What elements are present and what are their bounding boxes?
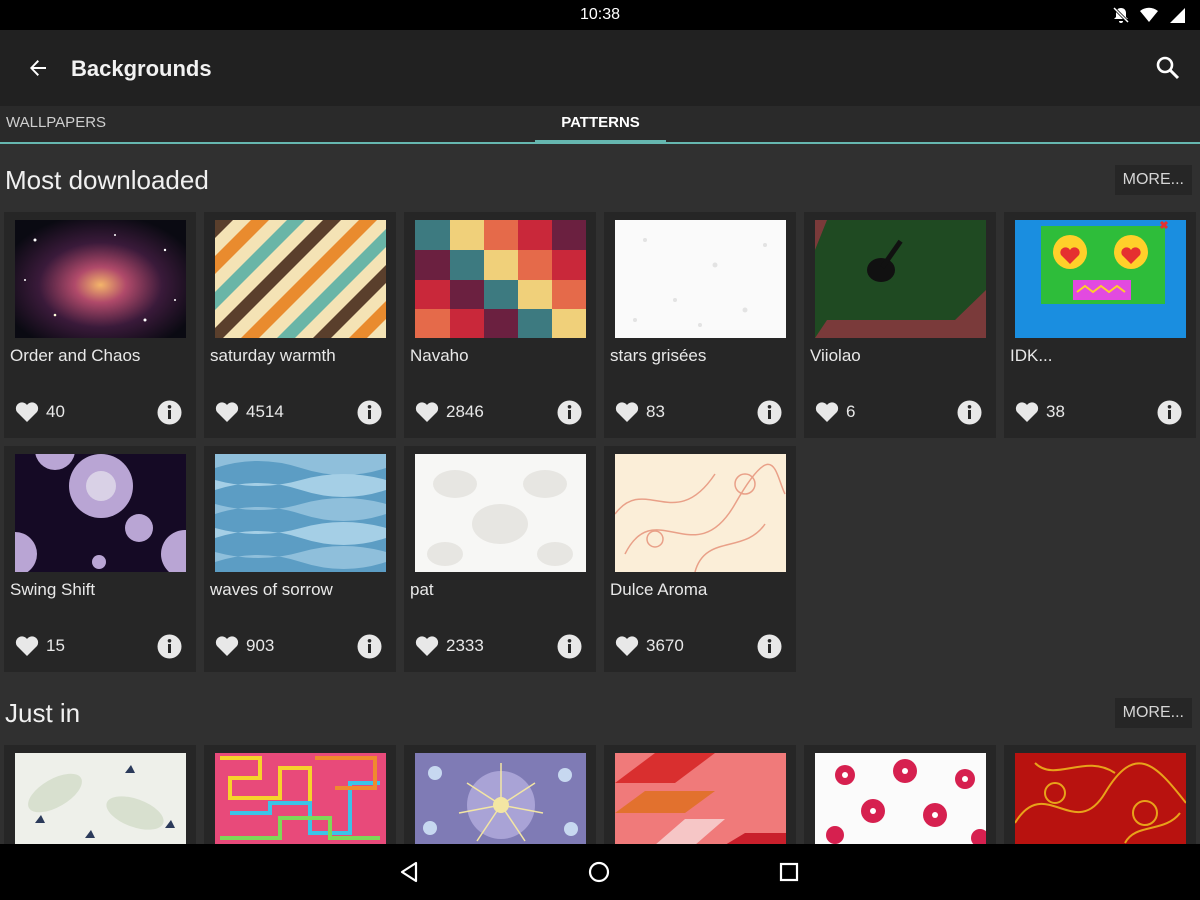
heart-icon[interactable] [1014, 400, 1040, 424]
like-count: 3670 [646, 636, 684, 655]
more-button-most-downloaded[interactable]: MORE... [1114, 165, 1192, 195]
heart-icon[interactable] [414, 634, 440, 658]
pattern-card[interactable]: IDK... 38 [1004, 212, 1196, 438]
pattern-card[interactable]: Swing Shift 15 [4, 446, 196, 672]
pattern-card[interactable]: waves of sorrow 903 [204, 446, 396, 672]
heart-icon[interactable] [414, 400, 440, 424]
pattern-name: Navaho [410, 346, 469, 365]
pattern-thumbnail [415, 220, 586, 338]
info-icon[interactable] [357, 400, 382, 425]
pattern-name: saturday warmth [210, 346, 336, 365]
pattern-card[interactable] [604, 745, 796, 845]
pattern-thumbnail [1015, 753, 1186, 845]
heart-icon[interactable] [14, 634, 40, 658]
pattern-thumbnail [615, 753, 786, 845]
pattern-thumbnail [215, 220, 386, 338]
pattern-thumbnail [415, 753, 586, 845]
pattern-card[interactable] [4, 745, 196, 845]
heart-icon[interactable] [214, 400, 240, 424]
info-icon[interactable] [757, 634, 782, 659]
search-icon[interactable] [1154, 54, 1182, 82]
pattern-thumbnail [615, 220, 786, 338]
pattern-name: Order and Chaos [10, 346, 141, 365]
info-icon[interactable] [157, 634, 182, 659]
heart-icon[interactable] [214, 634, 240, 658]
page-title: Backgrounds [71, 56, 212, 81]
pattern-thumbnail [15, 220, 186, 338]
pattern-card[interactable]: Viiolao 6 [804, 212, 996, 438]
like-count: 15 [46, 636, 65, 655]
tab-indicator [535, 140, 666, 144]
pattern-thumbnail [815, 220, 986, 338]
info-icon[interactable] [157, 400, 182, 425]
like-count: 2333 [446, 636, 484, 655]
home-circle-icon[interactable] [587, 860, 611, 884]
pattern-card[interactable]: stars grisées 83 [604, 212, 796, 438]
pattern-card[interactable] [1004, 745, 1196, 845]
pattern-name: IDK... [1010, 346, 1053, 365]
heart-icon[interactable] [14, 400, 40, 424]
pattern-name: Viiolao [810, 346, 861, 365]
pattern-card[interactable]: pat 2333 [404, 446, 596, 672]
battery-icon [1168, 6, 1186, 24]
pattern-card[interactable]: Order and Chaos 40 [4, 212, 196, 438]
pattern-thumbnail [15, 454, 186, 572]
pattern-card[interactable]: saturday warmth 4514 [204, 212, 396, 438]
status-time: 10:38 [579, 6, 621, 23]
pattern-thumbnail [215, 753, 386, 845]
app-bar: Backgrounds [0, 30, 1200, 106]
section-title-just-in: Just in [5, 698, 81, 728]
pattern-name: waves of sorrow [210, 580, 333, 599]
like-count: 40 [46, 402, 65, 421]
wifi-icon [1140, 6, 1158, 24]
like-count: 6 [846, 402, 856, 421]
heart-icon[interactable] [614, 400, 640, 424]
like-count: 83 [646, 402, 665, 421]
pattern-card[interactable] [804, 745, 996, 845]
pattern-name: stars grisées [610, 346, 707, 365]
tab-wallpapers[interactable]: WALLPAPERS [6, 106, 106, 142]
info-icon[interactable] [757, 400, 782, 425]
recents-square-icon[interactable] [777, 860, 801, 884]
pattern-card[interactable]: Dulce Aroma 3670 [604, 446, 796, 672]
back-triangle-icon[interactable] [397, 860, 421, 884]
pattern-card[interactable]: Navaho 2846 [404, 212, 596, 438]
section-title-most-downloaded: Most downloaded [5, 165, 209, 195]
pattern-name: Dulce Aroma [610, 580, 708, 599]
pattern-thumbnail [15, 753, 186, 845]
pattern-thumbnail [815, 753, 986, 845]
pattern-thumbnail [615, 454, 786, 572]
info-icon[interactable] [557, 634, 582, 659]
navigation-bar [0, 844, 1200, 900]
tab-patterns-label: PATTERNS [561, 114, 640, 131]
pattern-thumbnail [415, 454, 586, 572]
pattern-card[interactable] [204, 745, 396, 845]
info-icon[interactable] [1157, 400, 1182, 425]
heart-icon[interactable] [614, 634, 640, 658]
info-icon[interactable] [957, 400, 982, 425]
like-count: 38 [1046, 402, 1065, 421]
status-bar: 10:38 [0, 0, 1200, 30]
pattern-thumbnail [1015, 220, 1186, 338]
pattern-thumbnail [215, 454, 386, 572]
more-button-just-in[interactable]: MORE... [1114, 698, 1192, 728]
notifications-off-icon [1112, 6, 1130, 24]
pattern-card[interactable] [404, 745, 596, 845]
arrow-back-icon[interactable] [24, 54, 52, 82]
pattern-name: Swing Shift [10, 580, 96, 599]
like-count: 903 [246, 636, 275, 655]
info-icon[interactable] [557, 400, 582, 425]
tab-bar: WALLPAPERS PATTERNS [0, 106, 1200, 144]
like-count: 4514 [246, 402, 284, 421]
pattern-name: pat [410, 580, 434, 599]
heart-icon[interactable] [814, 400, 840, 424]
like-count: 2846 [446, 402, 484, 421]
info-icon[interactable] [357, 634, 382, 659]
tab-patterns[interactable]: PATTERNS [535, 106, 666, 144]
